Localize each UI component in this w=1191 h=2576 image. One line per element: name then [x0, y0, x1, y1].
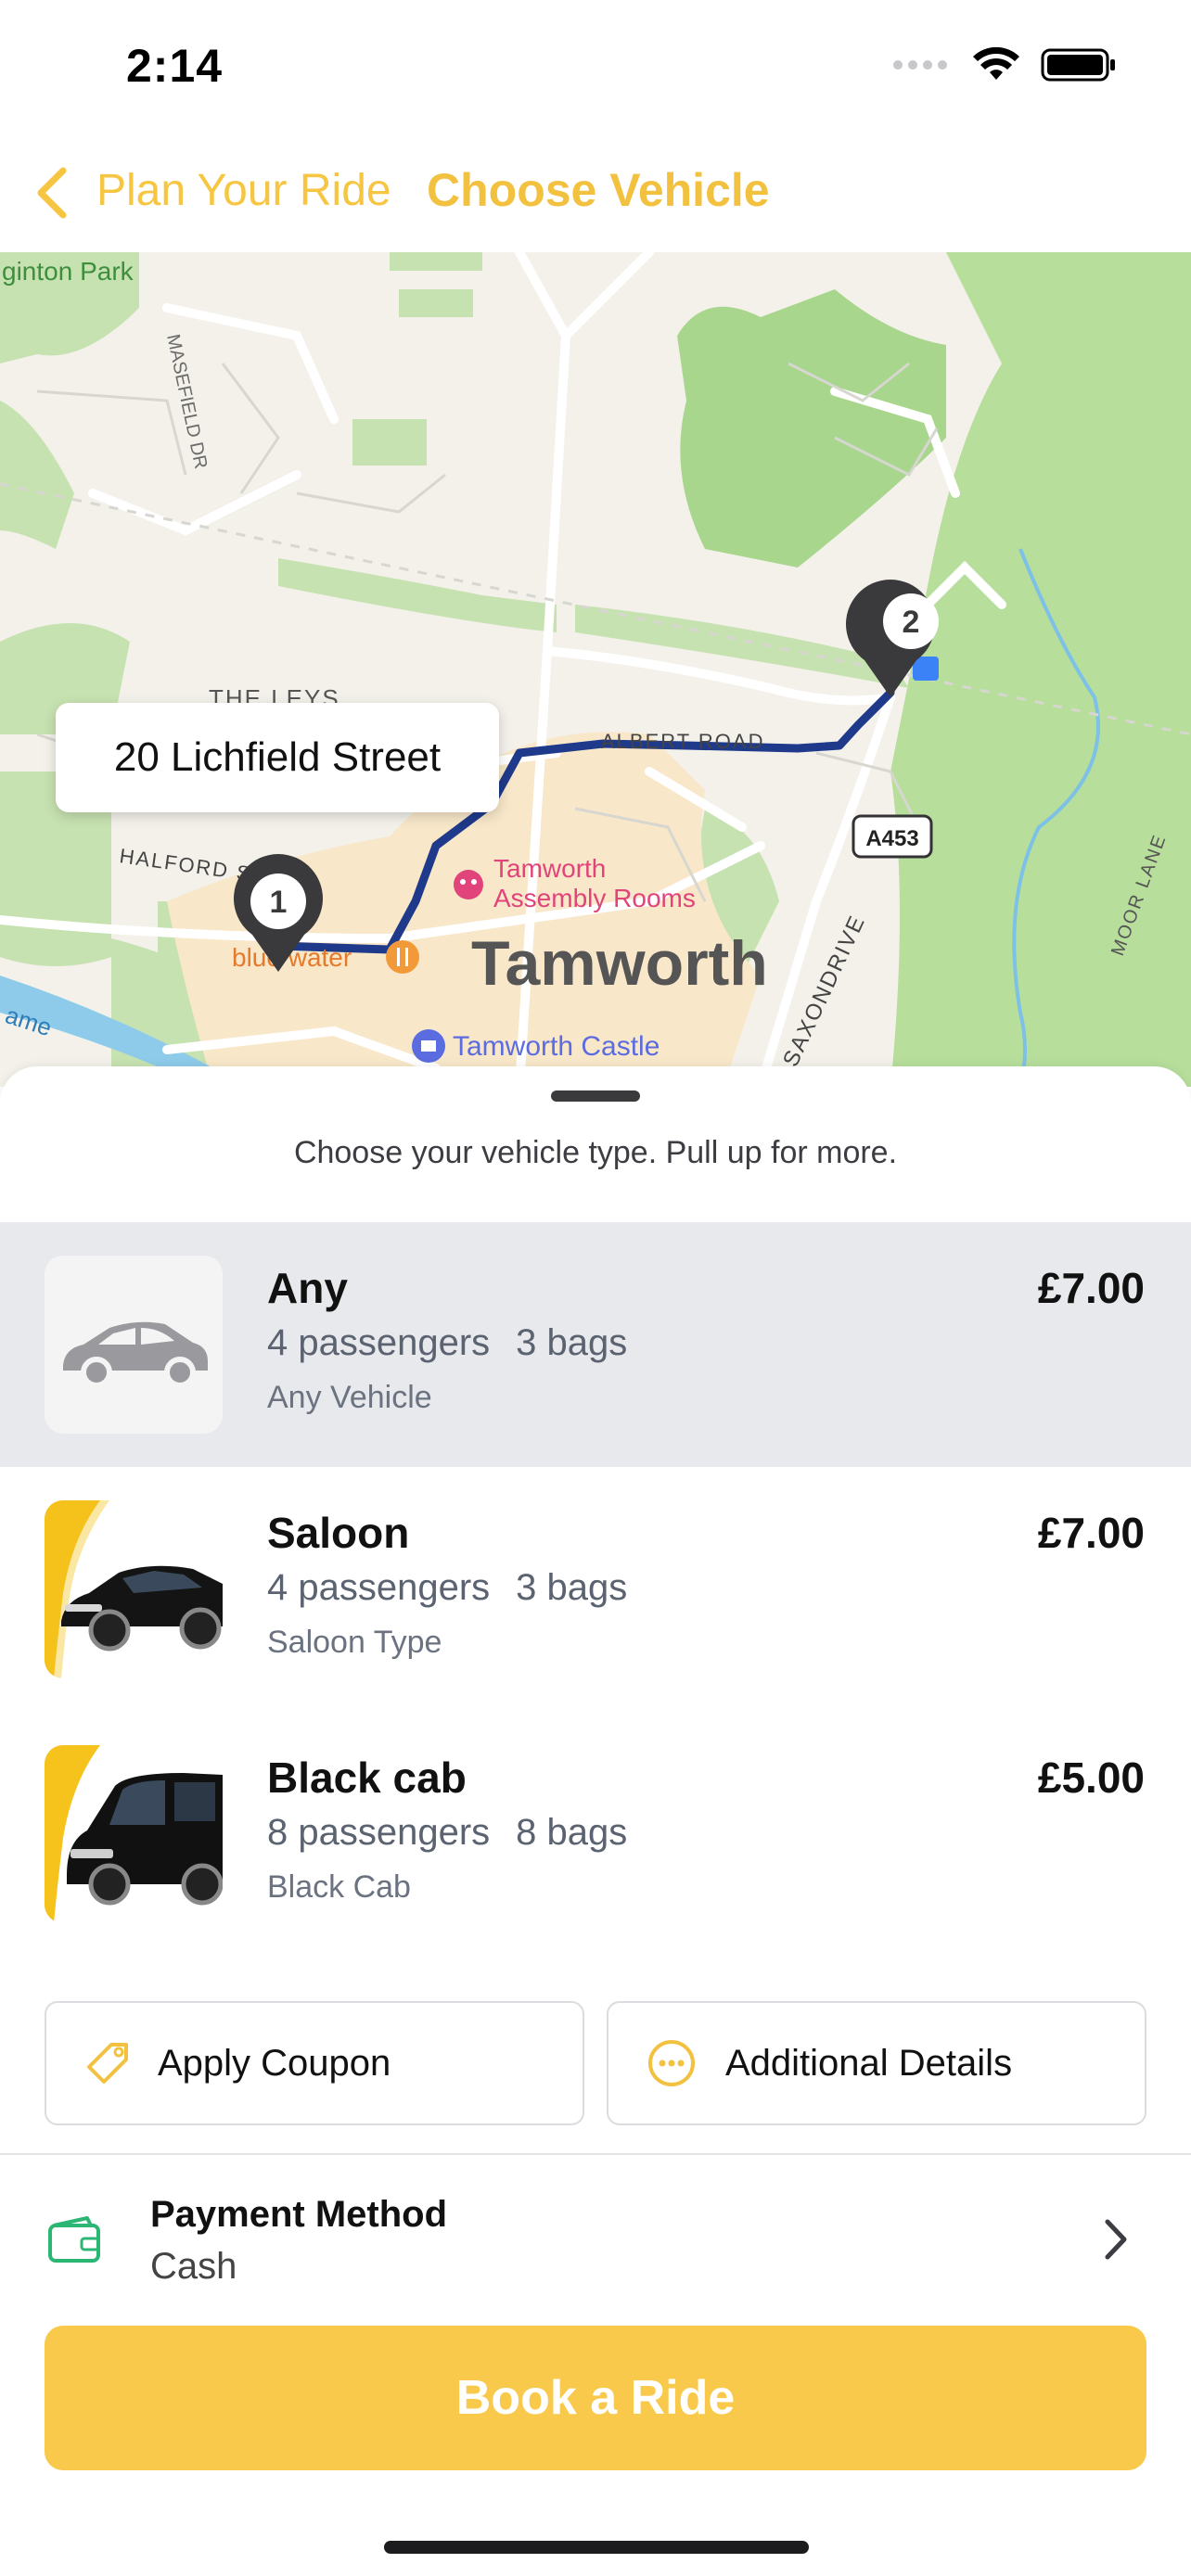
vehicle-row-black-cab[interactable]: Black cab 8 passengers 8 bags Black Cab £… [0, 1712, 1191, 1957]
vehicle-name: Black cab [267, 1753, 467, 1802]
vehicle-type: Black Cab [267, 1869, 411, 1905]
vehicle-row-saloon[interactable]: Saloon 4 passengers 3 bags Saloon Type £7… [0, 1467, 1191, 1712]
road-badge: A453 [852, 814, 933, 859]
apply-coupon-label: Apply Coupon [158, 2042, 391, 2084]
vehicle-passengers: 4 passengers [267, 1567, 491, 1608]
payment-method-row[interactable]: Payment Method Cash [0, 2157, 1191, 2324]
sheet-grabber[interactable] [551, 1090, 640, 1102]
vehicle-thumbnail [45, 1256, 223, 1434]
vehicle-type: Saloon Type [267, 1625, 442, 1660]
vehicle-capacity: 8 passengers 8 bags [267, 1812, 627, 1854]
map-label-park: ginton Park [2, 257, 134, 286]
map-label-masefield: MASEFIELD DR [162, 332, 211, 470]
vehicle-row-any[interactable]: Any 4 passengers 3 bags Any Vehicle £7.00 [0, 1222, 1191, 1467]
back-chevron-icon[interactable] [33, 165, 70, 221]
payment-method-value: Cash [150, 2246, 237, 2287]
chevron-right-icon [1105, 2219, 1127, 2260]
map-label-assembly-2: Assembly Rooms [493, 884, 696, 912]
vehicle-price: £7.00 [1037, 1264, 1145, 1312]
map-label-albert: ALBERT ROAD [601, 730, 764, 753]
more-options-icon [648, 2040, 695, 2086]
home-indicator [384, 2541, 809, 2554]
map-view[interactable]: ginton Park MASEFIELD DR THE LEYS ALBERT… [0, 252, 1191, 1087]
vehicle-passengers: 4 passengers [267, 1322, 491, 1363]
transit-icon [913, 657, 939, 681]
theater-icon [454, 870, 483, 899]
wallet-icon [48, 2216, 100, 2263]
battery-icon [1041, 48, 1115, 82]
vehicle-bags: 3 bags [516, 1567, 628, 1608]
vehicle-price: £5.00 [1037, 1753, 1145, 1802]
svg-text:2: 2 [903, 605, 920, 640]
status-time: 2:14 [126, 40, 224, 92]
map-label-assembly-1: Tamworth [493, 854, 606, 883]
castle-icon [412, 1029, 445, 1063]
vehicle-price: £7.00 [1037, 1509, 1145, 1557]
vehicle-passengers: 8 passengers [267, 1812, 491, 1853]
back-button[interactable]: Plan Your Ride [96, 165, 391, 216]
vehicle-bags: 3 bags [516, 1322, 628, 1363]
status-bar: 2:14 [0, 0, 1191, 139]
map-label-town: Tamworth [471, 928, 768, 999]
map-label-castle: Tamworth Castle [453, 1031, 660, 1062]
additional-details-button[interactable]: Additional Details [607, 2001, 1146, 2125]
sheet-hint: Choose your vehicle type. Pull up for mo… [293, 1135, 898, 1170]
vehicle-name: Saloon [267, 1509, 410, 1557]
navigation-bar: Plan Your Ride Choose Vehicle [0, 148, 1191, 250]
vehicle-thumbnail [45, 1745, 223, 1923]
wifi-icon [973, 46, 1019, 80]
tag-icon [87, 2043, 128, 2084]
vehicle-type: Any Vehicle [267, 1380, 432, 1415]
vehicle-capacity: 4 passengers 3 bags [267, 1567, 627, 1609]
vehicle-name: Any [267, 1264, 348, 1312]
book-ride-button[interactable]: Book a Ride [45, 2326, 1146, 2470]
restaurant-icon [386, 940, 419, 974]
car-icon [63, 1321, 208, 1388]
map-canvas: ginton Park MASEFIELD DR THE LEYS ALBERT… [0, 252, 1191, 1087]
van-photo [45, 1745, 223, 1923]
signal-icon [893, 60, 947, 70]
page-title: Choose Vehicle [427, 164, 770, 216]
payment-method-title: Payment Method [150, 2194, 448, 2235]
additional-details-label: Additional Details [725, 2042, 1013, 2084]
saloon-photo [45, 1500, 223, 1678]
vehicle-bags: 8 bags [516, 1812, 628, 1853]
address-callout: 20 Lichfield Street [56, 703, 499, 812]
vehicle-capacity: 4 passengers 3 bags [267, 1322, 627, 1364]
divider [0, 2153, 1191, 2155]
svg-text:1: 1 [270, 885, 288, 920]
apply-coupon-button[interactable]: Apply Coupon [45, 2001, 584, 2125]
vehicle-thumbnail [45, 1500, 223, 1678]
status-icons [892, 46, 1117, 83]
svg-text:A453: A453 [865, 826, 918, 851]
